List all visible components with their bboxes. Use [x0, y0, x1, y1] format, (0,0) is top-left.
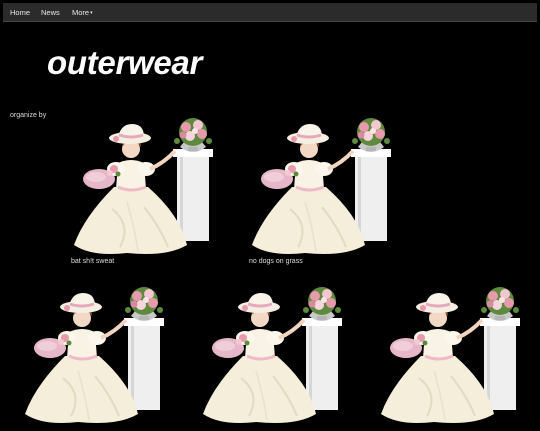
gallery-item[interactable]	[379, 286, 539, 431]
gallery-caption[interactable]: no dogs on grass	[249, 258, 303, 265]
gallery-item[interactable]	[23, 286, 183, 431]
page-title: outerwear	[47, 44, 203, 81]
chevron-down-icon: ▾	[90, 10, 93, 16]
gallery-item[interactable]	[72, 117, 232, 262]
organize-by-label[interactable]: organize by	[10, 112, 46, 119]
gallery-image	[381, 287, 520, 423]
gallery-caption[interactable]: bat sh!t sweat	[71, 258, 114, 265]
nav-home-link[interactable]: Home	[10, 8, 30, 17]
gallery-item[interactable]	[201, 286, 361, 431]
gallery-item[interactable]	[250, 117, 410, 262]
gallery-image	[74, 118, 213, 254]
gallery-image	[252, 118, 391, 254]
nav-news-link[interactable]: News	[41, 8, 60, 17]
top-navbar: Home News More▾	[3, 3, 537, 22]
gallery-image	[25, 287, 164, 423]
gallery-image	[203, 287, 342, 423]
nav-more-label: More	[72, 8, 90, 17]
nav-more-dropdown[interactable]: More▾	[72, 8, 93, 17]
